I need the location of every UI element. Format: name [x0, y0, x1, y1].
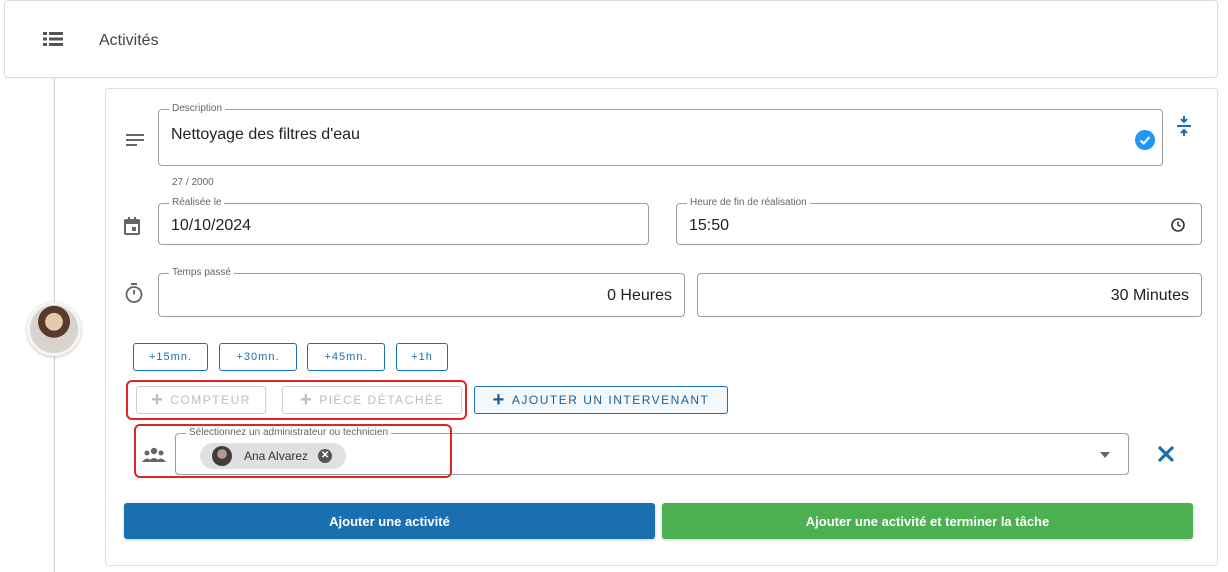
description-field[interactable]: Description Nettoyage des filtres d'eau	[158, 103, 1163, 166]
timer-icon	[125, 283, 143, 303]
notes-icon	[126, 134, 144, 146]
activities-header: Activités	[4, 0, 1218, 78]
description-counter: 27 / 2000	[172, 177, 214, 188]
plus-icon: +	[300, 389, 314, 411]
check-circle-icon	[1135, 130, 1155, 150]
avatar	[27, 302, 81, 356]
date-legend: Réalisée le	[169, 197, 225, 209]
add-worker-button[interactable]: + AJOUTER UN INTERVENANT	[474, 386, 728, 414]
end-time-legend: Heure de fin de réalisation	[687, 197, 810, 209]
time-spent-legend: Temps passé	[169, 267, 234, 279]
spare-part-button[interactable]: + PIÈCE DÉTACHÉE	[282, 386, 462, 414]
counter-button-label: COMPTEUR	[170, 393, 251, 407]
hours-value: 0 Heures	[607, 287, 672, 304]
add-45min-button[interactable]: +45mn.	[307, 343, 385, 371]
activity-form-card: Description Nettoyage des filtres d'eau …	[105, 88, 1218, 566]
dropdown-arrow-icon[interactable]	[1100, 452, 1110, 458]
add-15min-button[interactable]: +15mn.	[133, 343, 208, 371]
hours-field[interactable]: Temps passé 0 Heures	[158, 267, 685, 317]
highlight-box-worker	[134, 424, 452, 478]
collapse-icon[interactable]	[1176, 115, 1192, 137]
clock-icon[interactable]	[1171, 218, 1185, 232]
add-1h-button[interactable]: +1h	[396, 343, 448, 371]
page-title: Activités	[99, 32, 159, 49]
add-activity-finish-button[interactable]: Ajouter une activité et terminer la tâch…	[662, 503, 1193, 539]
calendar-icon	[124, 217, 140, 235]
list-icon	[43, 32, 63, 46]
spare-part-button-label: PIÈCE DÉTACHÉE	[319, 393, 444, 407]
minutes-field[interactable]: 30 Minutes	[697, 273, 1202, 317]
counter-button[interactable]: + COMPTEUR	[136, 386, 266, 414]
date-value: 10/10/2024	[171, 217, 252, 234]
end-time-field[interactable]: Heure de fin de réalisation 15:50	[676, 197, 1202, 245]
close-icon[interactable]	[1158, 446, 1174, 462]
plus-icon: +	[151, 389, 165, 411]
end-time-value: 15:50	[689, 217, 730, 234]
minutes-value: 30 Minutes	[1110, 287, 1189, 304]
description-value: Nettoyage des filtres d'eau	[171, 126, 360, 143]
plus-icon: +	[492, 389, 506, 411]
date-field[interactable]: Réalisée le 10/10/2024	[158, 197, 649, 245]
add-worker-button-label: AJOUTER UN INTERVENANT	[511, 393, 710, 407]
add-30min-button[interactable]: +30mn.	[219, 343, 297, 371]
description-legend: Description	[169, 103, 226, 115]
add-activity-button[interactable]: Ajouter une activité	[124, 503, 655, 539]
